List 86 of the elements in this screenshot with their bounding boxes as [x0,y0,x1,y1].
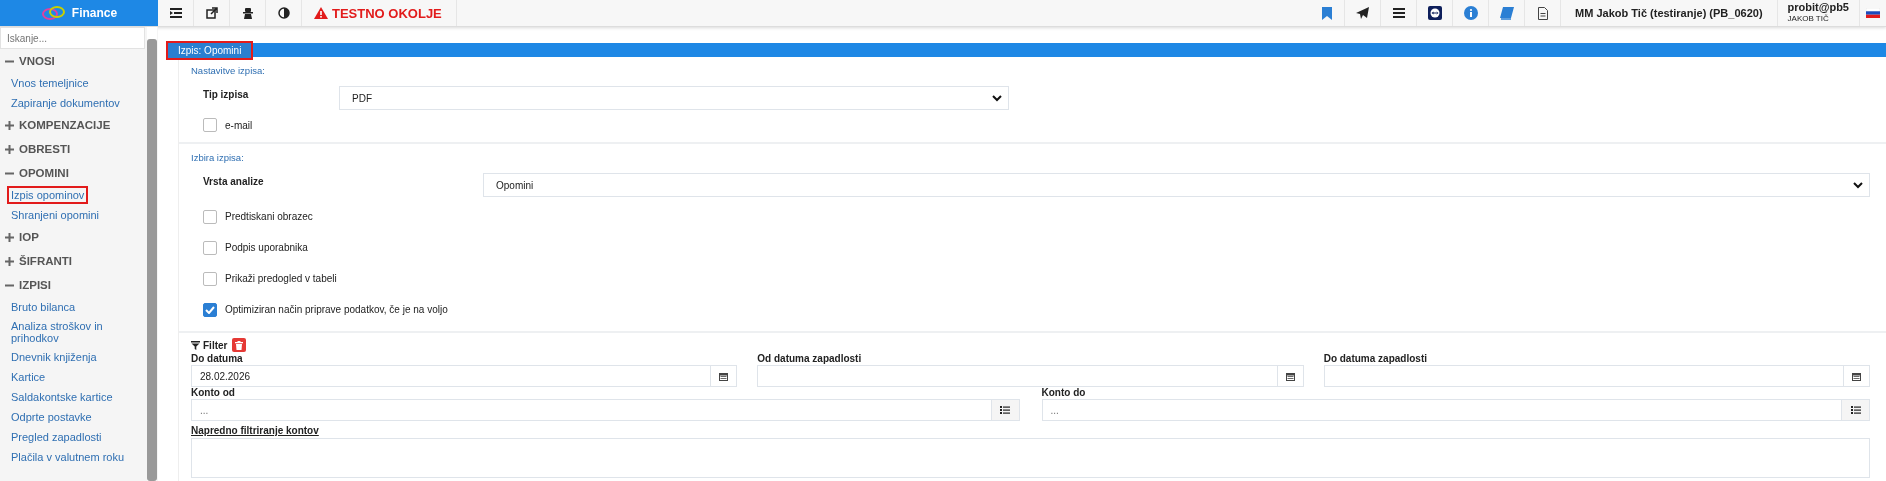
field-label: Do datuma zapadlosti [1323,353,1428,364]
warning-text: TESTNO OKOLJE [332,5,442,21]
account-field[interactable]: ... [1041,399,1842,421]
sidebar-item[interactable]: Plačila v valutnem roku [7,448,129,466]
date-field[interactable]: 28.02.2026 [191,365,712,387]
section-heading: Nastavitve izpisa: [191,65,266,76]
sidebar-item[interactable]: Vnos temeljnice [7,74,93,92]
date-field[interactable] [757,365,1278,387]
sidebar-item[interactable]: Kartice [7,368,50,386]
sidebar-item[interactable]: Saldakontske kartice [7,388,117,406]
app-name: Finance [71,6,118,20]
analysis-type-select[interactable]: Opomini [483,173,1870,197]
filter-icon [191,340,200,350]
calendar-icon [1852,371,1861,381]
menu-group[interactable]: KOMPENZACIJE [0,113,133,137]
date-field[interactable] [1323,365,1844,387]
account-filter-field[interactable] [191,438,1870,478]
plus-icon [5,232,14,242]
chevron-down-icon [1853,181,1863,189]
user-name: JAKOB TIČ [1787,13,1829,24]
list-button[interactable] [991,399,1020,421]
menu-group[interactable]: IZPISI [0,273,133,297]
checkbox-label: Predtiskani obrazec [225,211,313,222]
menu-group[interactable]: ŠIFRANTI [0,249,133,273]
account-field[interactable]: ... [191,399,992,421]
menu-group-label: OPOMINI [19,167,69,179]
menu-group[interactable]: IOP [0,225,133,249]
field-label: Konto od [191,387,236,398]
warning-icon [314,7,328,19]
menu-group[interactable]: OBRESTI [0,137,133,161]
calendar-button[interactable] [1844,365,1870,387]
app-logo-bar[interactable]: Finance [0,0,158,26]
scrollbar[interactable] [147,27,157,481]
menu-group-label: VNOSI [19,55,55,67]
checkbox[interactable] [203,271,217,286]
menu-group-label: OBRESTI [19,143,71,155]
company-name: MM Jakob Tič (testiranje) (PB_0620) [1561,0,1778,26]
delete-button[interactable] [232,338,247,352]
menu-group-label: IOP [19,231,39,243]
filter-title: Filter [203,339,228,351]
account-name: probit@pb5 [1787,2,1849,13]
list-icon [1000,406,1010,414]
sidebar-item[interactable]: Pregled zapadlosti [7,428,106,446]
checkbox-label: Optimiziran način priprave podatkov, če je na voljo [225,304,448,315]
calendar-icon [1285,371,1295,381]
menu-group[interactable]: VNOSI [0,49,133,73]
section-heading: Izbira izpisa: [191,152,245,163]
calendar-icon [719,371,729,381]
field-label: Vrsta analize [203,175,265,187]
field-label: Do datuma [191,353,244,364]
menu-group[interactable]: OPOMINI [0,161,133,185]
menu-group-label: KOMPENZACIJE [19,119,111,131]
checkbox-label: e-mail [225,119,253,131]
field-label: Napredno filtriranje kontov [191,425,319,436]
plus-icon [5,144,14,154]
search-field[interactable]: Iskanje... [0,27,145,49]
list-button[interactable] [1842,399,1870,421]
checkbox[interactable] [203,209,217,224]
checkbox[interactable] [203,240,217,255]
field-label: Od datuma zapadlosti [757,353,863,364]
sidebar-item[interactable]: Shranjeni opomini [7,206,104,224]
sidebar-item[interactable]: Izpis opominov [7,186,89,204]
rings-logo-icon [40,4,67,22]
field-label: Tip izpisa [203,88,250,100]
calendar-button[interactable] [711,365,738,387]
calendar-button[interactable] [1277,365,1304,387]
flag-icon[interactable] [1866,8,1880,18]
trash-icon [235,340,244,350]
plus-icon [5,120,14,130]
sidebar-item[interactable]: Zapiranje dokumentov [7,94,124,112]
checkbox[interactable] [203,302,217,317]
menu-group-label: IZPISI [19,279,51,291]
chevron-down-icon [992,94,1002,102]
sidebar-item[interactable]: Analiza stroškov in prihodkov [7,317,133,347]
panel-title: Izpis: Opomini [166,40,254,60]
sidebar-item[interactable]: Bruto bilanca [7,298,80,316]
checkbox-label: Podpis uporabnika [225,242,308,253]
field-label: Konto do [1041,387,1087,398]
plus-icon [5,256,14,266]
checkbox-label: Prikaži predogled v tabeli [225,273,337,284]
menu-group-label: ŠIFRANTI [19,255,73,267]
list-icon [1850,406,1861,414]
checkbox[interactable] [203,118,217,132]
sidebar-item[interactable]: Dnevnik knjiženja [7,348,101,366]
output-type-select[interactable]: PDF [339,86,1009,110]
sidebar-item[interactable]: Odprte postavke [7,408,96,426]
